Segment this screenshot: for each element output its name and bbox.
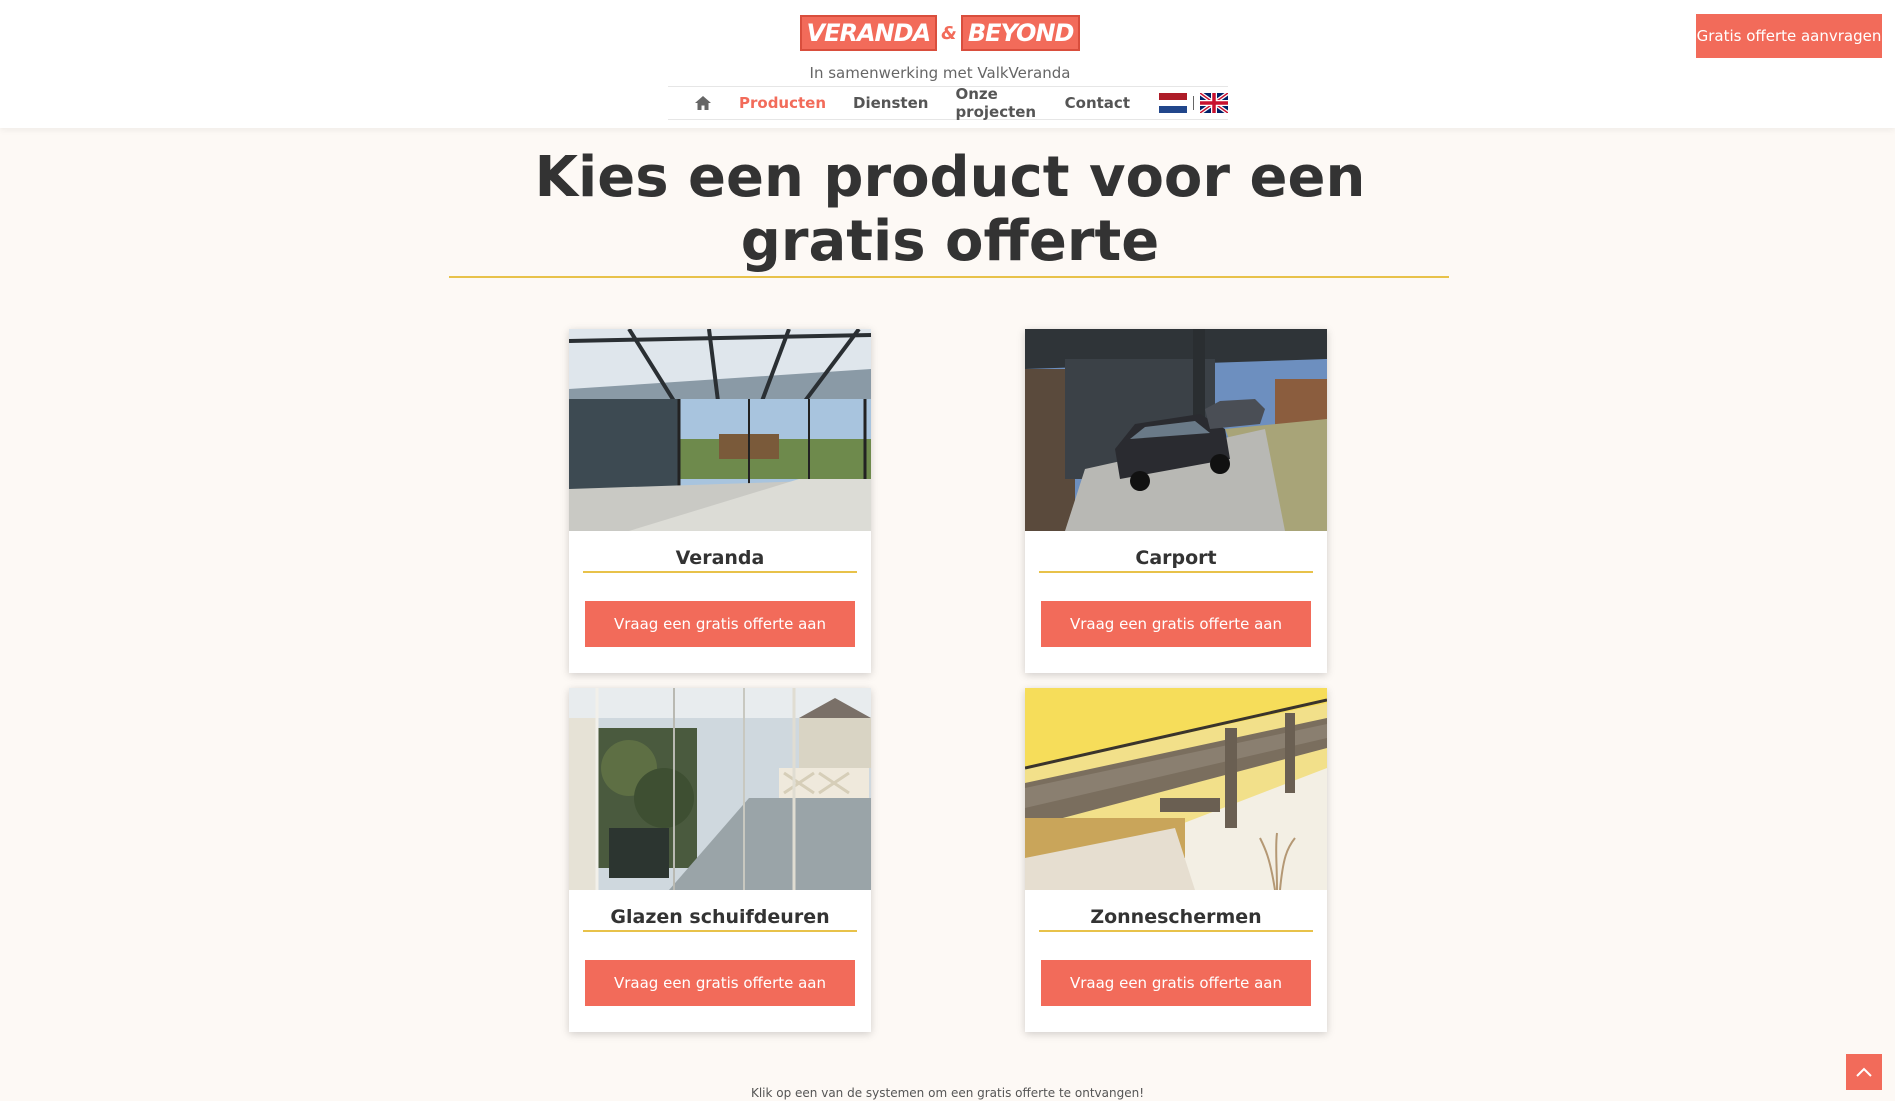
logo-word-veranda: VERANDA <box>799 15 938 51</box>
request-quote-button[interactable]: Gratis offerte aanvragen <box>1696 14 1882 58</box>
uk-flag-icon[interactable] <box>1198 91 1230 115</box>
nav-item-contact[interactable]: Contact <box>1065 94 1130 112</box>
zonneschermen-quote-button[interactable]: Vraag een gratis offerte aan <box>1041 960 1311 1006</box>
title-divider <box>449 276 1449 278</box>
nav-item-onze-projecten[interactable]: Onze projecten <box>955 85 1037 121</box>
veranda-image <box>569 329 871 531</box>
glazen-schuifdeuren-quote-button[interactable]: Vraag een gratis offerte aan <box>585 960 855 1006</box>
flag-separator <box>1193 96 1194 110</box>
card-title: Zonneschermen <box>1039 906 1313 932</box>
card-title: Carport <box>1039 547 1313 573</box>
product-card-zonneschermen[interactable]: Zonneschermen Vraag een gratis offerte a… <box>1025 688 1327 1032</box>
page-title: Kies een product voor een gratis offerte <box>534 145 1366 274</box>
nl-flag-icon[interactable] <box>1159 93 1187 113</box>
product-card-veranda[interactable]: Veranda Vraag een gratis offerte aan <box>569 329 871 673</box>
site-header: VERANDA & BEYOND In samenwerking met Val… <box>0 0 1895 128</box>
carport-quote-button[interactable]: Vraag een gratis offerte aan <box>1041 601 1311 647</box>
glazen-schuifdeuren-image <box>569 688 871 890</box>
nav-item-producten[interactable]: Producten <box>739 94 826 112</box>
footer-note: Klik op een van de systemen om een grati… <box>750 1086 1145 1100</box>
carport-image <box>1025 329 1327 531</box>
language-switcher <box>1159 91 1230 115</box>
logo-word-beyond: BEYOND <box>960 15 1081 51</box>
home-icon[interactable] <box>694 95 712 111</box>
scroll-to-top-button[interactable] <box>1846 1054 1882 1090</box>
veranda-quote-button[interactable]: Vraag een gratis offerte aan <box>585 601 855 647</box>
chevron-up-icon <box>1855 1063 1873 1082</box>
main-nav: Producten Diensten Onze projecten Contac… <box>668 85 1230 121</box>
site-logo[interactable]: VERANDA & BEYOND <box>799 15 1081 51</box>
card-title: Veranda <box>583 547 857 573</box>
nav-item-diensten[interactable]: Diensten <box>853 94 928 112</box>
logo-ampersand: & <box>941 22 957 44</box>
tagline: In samenwerking met ValkVeranda <box>809 64 1071 82</box>
card-title: Glazen schuifdeuren <box>583 906 857 932</box>
product-card-carport[interactable]: Carport Vraag een gratis offerte aan <box>1025 329 1327 673</box>
product-card-glazen-schuifdeuren[interactable]: Glazen schuifdeuren Vraag een gratis off… <box>569 688 871 1032</box>
zonneschermen-image <box>1025 688 1327 890</box>
